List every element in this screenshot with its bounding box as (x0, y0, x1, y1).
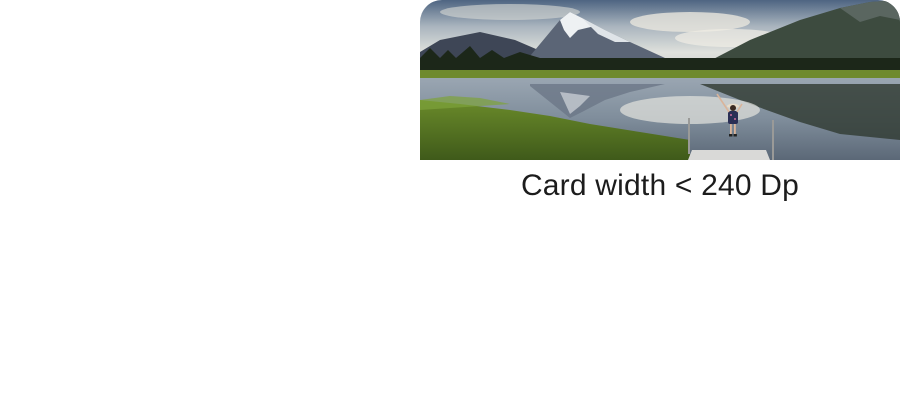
card-width-caption: Card width < 240 Dp (520, 169, 800, 202)
landscape-photo (420, 0, 900, 160)
screen: Card width < 240 Dp (0, 0, 900, 400)
image-card[interactable] (420, 0, 900, 160)
